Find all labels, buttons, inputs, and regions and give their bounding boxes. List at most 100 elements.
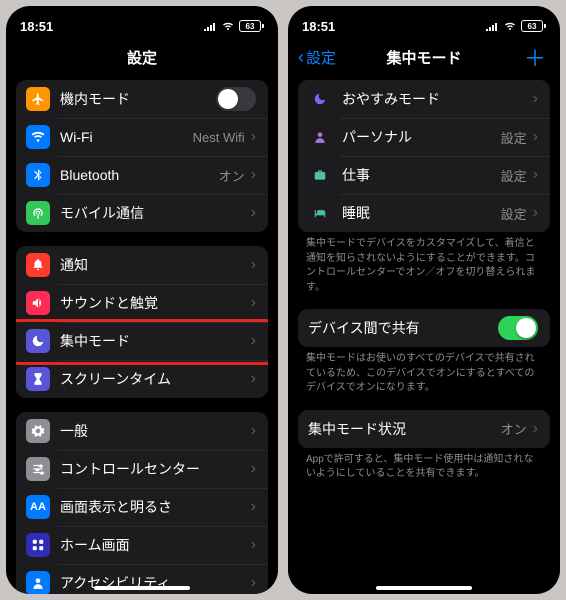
page-title: 集中モード	[386, 47, 461, 68]
settings-row[interactable]: ホーム画面›	[16, 526, 268, 564]
wifi-icon	[221, 21, 235, 31]
status-bar: 18:51 63	[288, 6, 560, 40]
focus-status-row[interactable]: 集中モード状況 オン ›	[298, 410, 550, 448]
chevron-right-icon: ›	[251, 537, 256, 553]
antenna-icon	[26, 201, 50, 225]
share-group: デバイス間で共有	[298, 309, 550, 347]
signal-icon	[485, 21, 499, 31]
row-label: 機内モード	[60, 89, 216, 109]
chevron-right-icon: ›	[533, 129, 538, 145]
chevron-right-icon: ›	[251, 575, 256, 591]
battery-icon: 63	[521, 20, 546, 32]
row-detail: オン	[219, 166, 245, 185]
settings-row[interactable]: 一般›	[16, 412, 268, 450]
status-indicators: 63	[485, 20, 546, 32]
chevron-right-icon: ›	[251, 333, 256, 349]
grid-icon	[26, 533, 50, 557]
chevron-right-icon: ›	[533, 421, 538, 437]
row-label: 集中モード	[60, 331, 251, 351]
settings-row[interactable]: Bluetoothオン ›	[16, 156, 268, 194]
settings-row[interactable]: パーソナル設定 ›	[298, 118, 550, 156]
chevron-right-icon: ›	[251, 257, 256, 273]
chevron-right-icon: ›	[251, 205, 256, 221]
row-label: サウンドと触覚	[60, 293, 251, 313]
row-label: 仕事	[342, 165, 501, 185]
airplane-icon	[26, 87, 50, 111]
signal-icon	[203, 21, 217, 31]
row-label: アクセシビリティ	[60, 573, 251, 593]
settings-row[interactable]: モバイル通信›	[16, 194, 268, 232]
settings-row[interactable]: AA 画面表示と明るさ›	[16, 488, 268, 526]
aa-icon: AA	[26, 495, 50, 519]
footer-text: 集中モードはお使いのすべてのデバイスで共有されているため、このデバイスでオンにす…	[298, 347, 550, 396]
toggle[interactable]	[216, 87, 256, 111]
chevron-right-icon: ›	[251, 295, 256, 311]
settings-row[interactable]: 仕事設定 ›	[298, 156, 550, 194]
speaker-icon	[26, 291, 50, 315]
settings-row[interactable]: 通知›	[16, 246, 268, 284]
chevron-right-icon: ›	[251, 499, 256, 515]
row-detail: オン	[501, 419, 527, 438]
hourglass-icon	[26, 367, 50, 391]
chevron-right-icon: ›	[251, 167, 256, 183]
row-label: おやすみモード	[342, 89, 533, 109]
settings-row[interactable]: スクリーンタイム›	[16, 360, 268, 398]
bed-icon	[308, 201, 332, 225]
person-icon	[308, 125, 332, 149]
person-icon	[26, 571, 50, 594]
row-detail: 設定	[501, 128, 527, 147]
status-time: 18:51	[20, 19, 53, 34]
footer-text: Appで許可すると、集中モード使用中は通知されないようにしていることを共有できま…	[298, 448, 550, 482]
settings-row[interactable]: 機内モード	[16, 80, 268, 118]
settings-row[interactable]: コントロールセンター›	[16, 450, 268, 488]
row-label: Wi-Fi	[60, 129, 193, 145]
row-label: モバイル通信	[60, 203, 251, 223]
row-detail: 設定	[501, 166, 527, 185]
chevron-left-icon: ‹	[298, 47, 304, 68]
share-toggle[interactable]	[498, 316, 538, 340]
status-time: 18:51	[302, 19, 335, 34]
row-label: 通知	[60, 255, 251, 275]
settings-group-network: 機内モードWi-FiNest Wifi›Bluetoothオン›モバイル通信›	[16, 80, 268, 232]
chevron-right-icon: ›	[251, 423, 256, 439]
settings-row[interactable]: 集中モード›	[16, 322, 268, 360]
focus-modes-group: おやすみモード›パーソナル設定›仕事設定›睡眠設定›	[298, 80, 550, 232]
chevron-right-icon: ›	[533, 205, 538, 221]
row-label: ホーム画面	[60, 535, 251, 555]
settings-screen: 18:51 63 設定 機内モードWi-FiNest Wifi›Bluetoot…	[6, 6, 278, 594]
row-label: 集中モード状況	[308, 419, 501, 439]
back-button[interactable]: ‹ 設定	[298, 47, 336, 68]
wifi-icon	[26, 125, 50, 149]
add-button[interactable]: ＋	[524, 41, 546, 73]
focus-screen: 18:51 63 ‹ 設定 集中モード ＋ おやすみモード›パーソナル設定›仕事…	[288, 6, 560, 594]
status-bar: 18:51 63	[6, 6, 278, 40]
page-title: 設定	[127, 47, 157, 68]
settings-row[interactable]: 睡眠設定›	[298, 194, 550, 232]
chevron-right-icon: ›	[251, 129, 256, 145]
row-label: デバイス間で共有	[308, 318, 498, 338]
home-indicator[interactable]	[376, 586, 472, 590]
chevron-right-icon: ›	[533, 167, 538, 183]
row-label: Bluetooth	[60, 167, 219, 183]
settings-group-general: 一般›コントロールセンター›AA画面表示と明るさ›ホーム画面›アクセシビリティ›…	[16, 412, 268, 594]
settings-row[interactable]: おやすみモード›	[298, 80, 550, 118]
moon-icon	[26, 329, 50, 353]
share-across-devices-row[interactable]: デバイス間で共有	[298, 309, 550, 347]
status-indicators: 63	[203, 20, 264, 32]
row-label: スクリーンタイム	[60, 369, 251, 389]
switches-icon	[26, 457, 50, 481]
row-detail: 設定	[501, 204, 527, 223]
row-label: 一般	[60, 421, 251, 441]
home-indicator[interactable]	[94, 586, 190, 590]
bell-icon	[26, 253, 50, 277]
row-label: コントロールセンター	[60, 459, 251, 479]
row-detail: Nest Wifi	[193, 130, 245, 145]
gear-icon	[26, 419, 50, 443]
chevron-right-icon: ›	[251, 461, 256, 477]
settings-row[interactable]: サウンドと触覚›	[16, 284, 268, 322]
row-label: パーソナル	[342, 127, 501, 147]
wifi-icon	[503, 21, 517, 31]
settings-row[interactable]: Wi-FiNest Wifi ›	[16, 118, 268, 156]
nav-bar: 設定	[6, 40, 278, 74]
row-label: 画面表示と明るさ	[60, 497, 251, 517]
